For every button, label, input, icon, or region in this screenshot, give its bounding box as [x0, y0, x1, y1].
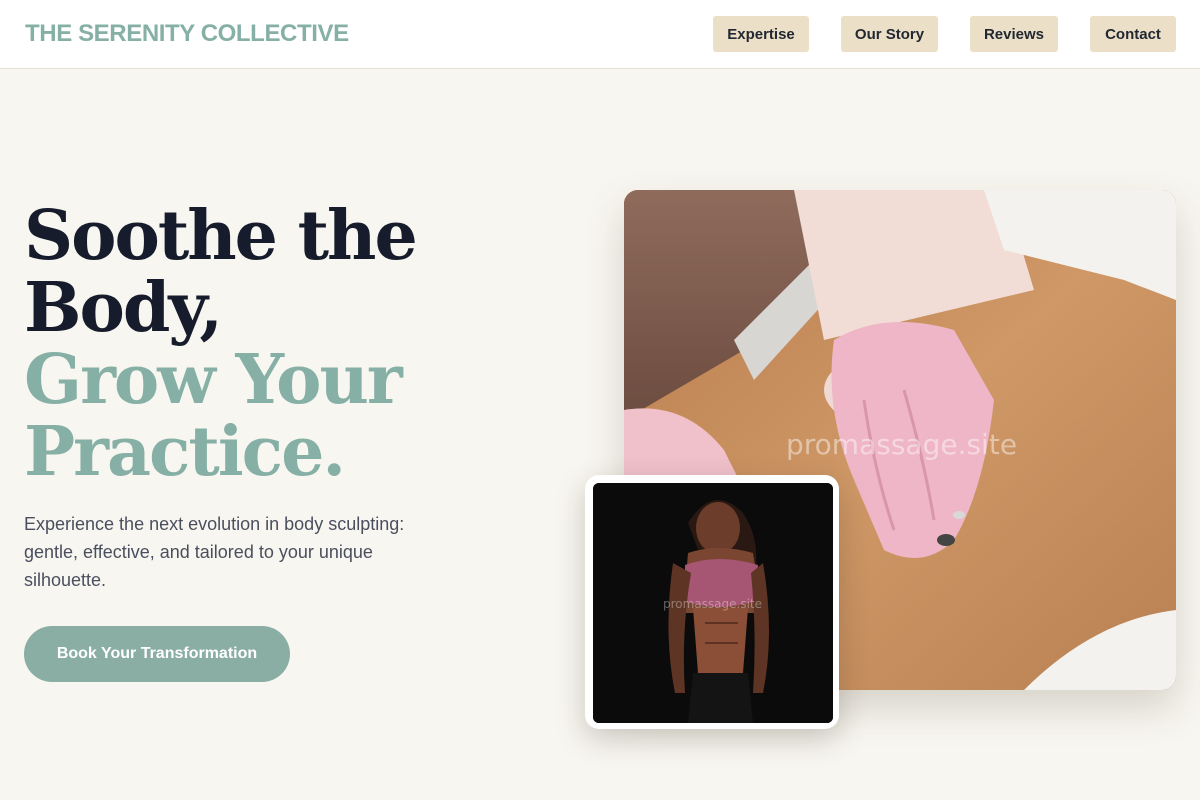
hero-title: Soothe the Body, Grow Your Practice.: [24, 200, 564, 488]
nav-expertise-button[interactable]: Expertise: [713, 16, 809, 52]
inset-photo-frame: promassage.site: [585, 475, 839, 729]
site-header: THE SERENITY COLLECTIVE Expertise Our St…: [0, 0, 1200, 69]
image-watermark: promassage.site: [663, 597, 763, 611]
hero-title-accent-line: Practice.: [24, 412, 346, 492]
nav-contact-button[interactable]: Contact: [1090, 16, 1176, 52]
hero-subtitle: Experience the next evolution in body sc…: [24, 514, 405, 590]
hero-title-line: Soothe the: [24, 196, 418, 276]
nav-our-story-button[interactable]: Our Story: [841, 16, 938, 52]
brand-logo[interactable]: THE SERENITY COLLECTIVE: [25, 20, 349, 48]
hero-title-accent-line: Grow Your: [24, 340, 403, 420]
fitness-photo: promassage.site: [593, 483, 833, 723]
hero-title-line: Body,: [24, 268, 223, 348]
image-watermark: promassage.site: [786, 428, 1018, 461]
book-transformation-button[interactable]: Book Your Transformation: [24, 626, 290, 682]
nav-reviews-button[interactable]: Reviews: [970, 16, 1058, 52]
